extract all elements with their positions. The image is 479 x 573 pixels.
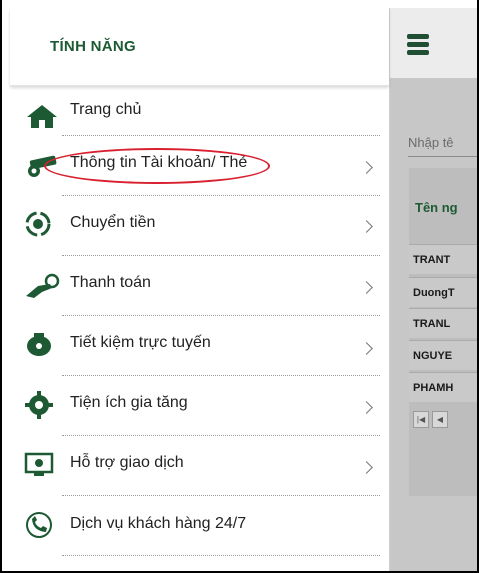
chevron-right-icon (360, 401, 373, 414)
table-row[interactable]: TRANL (409, 308, 477, 338)
table-row[interactable]: NGUYE (409, 340, 477, 370)
chevron-right-icon (360, 461, 373, 474)
pagination: |◀ ◀ (413, 411, 448, 428)
chevron-right-icon (360, 220, 373, 233)
table-row[interactable]: PHAMH (409, 372, 477, 402)
sidebar-item-label: Tiện ích gia tăng (70, 394, 188, 411)
monitor-support-icon (24, 452, 54, 476)
highlight-circle-annotation (44, 148, 270, 184)
prev-page-button[interactable]: ◀ (432, 411, 448, 428)
sidebar-item-customer-service[interactable]: Dịch vụ khách hàng 24/7 (10, 496, 390, 556)
table-header: Tên ng (409, 168, 477, 244)
first-page-button[interactable]: |◀ (413, 411, 429, 428)
search-input[interactable]: Nhập tê (408, 135, 477, 157)
home-icon (27, 105, 57, 128)
sidebar-drawer: TÍNH NĂNG Trang chủ Thông tin Tài khoản/… (10, 8, 390, 571)
sidebar-item-label: Hỗ trợ giao dịch (70, 454, 184, 471)
hamburger-menu-icon[interactable] (407, 34, 429, 58)
chevron-right-icon (360, 281, 373, 294)
sidebar-item-label: Trang chủ (70, 101, 142, 118)
phone-support-icon (26, 512, 52, 538)
sidebar-item-savings[interactable]: Tiết kiệm trực tuyến (10, 316, 390, 376)
sidebar-item-label: Tiết kiệm trực tuyến (70, 334, 211, 351)
sidebar-menu: Trang chủ Thông tin Tài khoản/ Thẻ Chuyể… (10, 86, 390, 556)
sidebar-item-payment[interactable]: Thanh toán (10, 256, 390, 316)
sidebar-item-label: Thanh toán (70, 274, 151, 291)
app-frame: Nhập tê Tên ng TRANT DuongT TRANL NGUYE … (0, 0, 479, 573)
sidebar-item-utilities[interactable]: Tiện ích gia tăng (10, 376, 390, 436)
chevron-right-icon (360, 161, 373, 174)
sidebar-item-label: Dịch vụ khách hàng 24/7 (70, 515, 247, 532)
sidebar-item-label: Chuyển tiền (70, 214, 156, 231)
piggy-bank-icon (27, 333, 51, 356)
sidebar-item-transaction-support[interactable]: Hỗ trợ giao dịch (10, 436, 390, 496)
gear-icon (25, 391, 53, 419)
table-row[interactable]: TRANT (409, 244, 477, 274)
table-header-name: Tên ng (415, 200, 458, 215)
sidebar-item-transfer[interactable]: Chuyển tiền (10, 196, 390, 256)
results-table: Tên ng TRANT DuongT TRANL NGUYE PHAMH |◀… (409, 168, 477, 496)
top-bar (390, 8, 477, 78)
hand-payment-icon (26, 273, 60, 298)
sidebar-item-account-info[interactable]: Thông tin Tài khoản/ Thẻ (10, 136, 390, 196)
sidebar-header: TÍNH NĂNG (10, 8, 389, 86)
main-panel: Nhập tê Tên ng TRANT DuongT TRANL NGUYE … (390, 8, 477, 571)
table-row[interactable]: DuongT (409, 277, 477, 307)
chevron-right-icon (360, 342, 373, 355)
sidebar-title: TÍNH NĂNG (50, 38, 137, 55)
sidebar-item-home[interactable]: Trang chủ (10, 86, 390, 136)
money-transfer-icon (25, 211, 51, 237)
